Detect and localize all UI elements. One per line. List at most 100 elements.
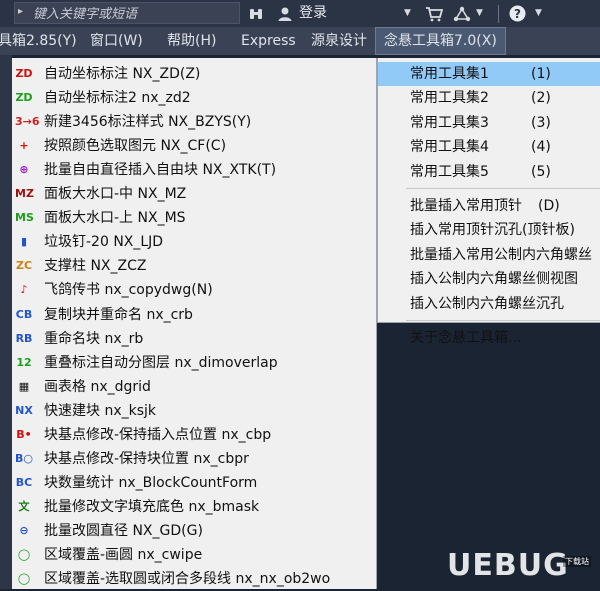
menu-item-label: 面板大水口-上 NX_MS	[44, 210, 186, 227]
menu-nianxuan-toolbox[interactable]: 念悬工具箱7.0(X)	[375, 27, 506, 55]
menu-item[interactable]: ⊕ 批量自由直径插入自由块 NX_XTK(T)	[12, 158, 376, 182]
submenu-item-label: 批量插入常用顶针	[410, 198, 522, 214]
menu-item-label: 面板大水口-中 NX_MZ	[44, 186, 187, 203]
tool-icon: ♪	[20, 283, 28, 297]
tool-icon: ⊕	[19, 163, 29, 177]
submenu-item-accelerator: (4)	[531, 139, 551, 156]
menu-item-label: 支撑柱 NX_ZCZ	[44, 258, 147, 275]
menu-yuanquan-design[interactable]: 源泉设计	[311, 27, 367, 55]
menu-item-label: 批量修改文字填充底色 nx_bmask	[44, 498, 260, 515]
tool-icon: BC	[15, 475, 33, 489]
menu-item-label: 复制块并重命名 nx_crb	[44, 306, 193, 323]
search-input[interactable]	[31, 4, 235, 24]
menu-item-label: 自动坐标标注2 nx_zd2	[44, 90, 191, 107]
chevron-down-icon[interactable]: ▼	[535, 0, 542, 27]
chevron-down-icon[interactable]: ▼	[476, 0, 483, 27]
submenu-item-label: 插入公制内六角螺丝侧视图	[410, 271, 578, 288]
login-link[interactable]: 登录	[299, 0, 327, 27]
separator	[498, 0, 499, 27]
chevron-down-icon[interactable]: ▼	[404, 0, 411, 27]
menu-item[interactable]: RB 重命名块 nx_rb	[12, 327, 376, 351]
menu-item[interactable]: BC 块数量统计 nx_BlockCountForm	[12, 471, 376, 495]
tool-icon: MZ	[15, 187, 34, 201]
tool-icon: ZD	[15, 91, 33, 105]
menu-separator	[406, 188, 600, 189]
menu-item[interactable]: B• 块基点修改-保持插入点位置 nx_cbp	[12, 423, 376, 447]
submenu-item[interactable]: 常用工具集1 (1)	[378, 62, 600, 86]
submenu-item[interactable]: 常用工具集5 (5)	[378, 160, 600, 184]
menu-item-label: 块基点修改-保持块位置 nx_cbpr	[44, 450, 249, 467]
menu-item-label: 块数量统计 nx_BlockCountForm	[44, 474, 258, 491]
submenu-item-label: 常用工具集2	[410, 90, 489, 107]
menu-help[interactable]: 帮助(H)	[167, 27, 216, 55]
cart-icon[interactable]	[425, 0, 444, 27]
menu-item-label: 区域覆盖-画圆 nx_cwipe	[44, 547, 203, 563]
tool-icon: ▮	[20, 235, 28, 249]
menu-item-label: 重叠标注自动分图层 nx_dimoverlap	[44, 354, 278, 371]
tool-icon: ZD	[15, 67, 33, 80]
submenu-item-accelerator: (1)	[531, 66, 551, 82]
menu-item[interactable]: MS 面板大水口-上 NX_MS	[12, 206, 376, 230]
menu-item[interactable]: NX 快速建块 nx_ksjk	[12, 399, 376, 423]
submenu-item[interactable]: 常用工具集4 (4)	[378, 135, 600, 159]
network-icon[interactable]	[453, 0, 471, 27]
menu-separator	[406, 320, 600, 321]
submenu-item-label: 关于念悬工具箱...	[410, 330, 522, 346]
menu-item-label: 自动坐标标注 NX_ZD(Z)	[44, 66, 201, 82]
menu-item-label: 重命名块 nx_rb	[44, 330, 144, 347]
menu-item[interactable]: 3→6 新建3456标注样式 NX_BZYS(Y)	[12, 110, 376, 134]
menu-item[interactable]: ZD 自动坐标标注2 nx_zd2	[12, 86, 376, 110]
menu-window[interactable]: 窗口(W)	[90, 27, 143, 55]
submenu-item[interactable]: 批量插入常用顶针 (D)	[378, 194, 600, 218]
menu-item[interactable]: MZ 面板大水口-中 NX_MZ	[12, 182, 376, 206]
submenu-item[interactable]: 插入公制内六角螺丝侧视图	[378, 267, 600, 291]
menu-item[interactable]: 文批量修改文字填充底色 nx_bmask	[12, 495, 376, 519]
tool-icon: ⊖	[19, 523, 29, 537]
submenu-item[interactable]: 批量插入常用公制内六角螺丝	[378, 243, 600, 267]
menu-item[interactable]: + 按照颜色选取图元 NX_CF(C)	[12, 134, 376, 158]
menu-item-label: 批量改圆直径 NX_GD(G)	[44, 522, 203, 539]
chevron-right-icon: ▸	[18, 6, 24, 17]
submenu-item-accelerator: (D)	[538, 198, 560, 214]
menu-item[interactable]: CB 复制块并重命名 nx_crb	[12, 303, 376, 327]
tool-icon: MS	[15, 211, 34, 225]
submenu-item-label: 插入公制内六角螺丝沉孔	[410, 295, 564, 312]
menu-item[interactable]: ◯ 区域覆盖-选取圆或闭合多段线 nx_nx_ob2wo	[12, 567, 376, 591]
search-box[interactable]: ▸	[14, 2, 240, 24]
tool-icon: ZC	[15, 259, 33, 273]
binoculars-icon[interactable]	[248, 0, 264, 27]
menu-item-label: 新建3456标注样式 NX_BZYS(Y)	[44, 114, 252, 131]
menu-item-label: 按照颜色选取图元 NX_CF(C)	[44, 138, 227, 155]
menu-item[interactable]: ZD 自动坐标标注 NX_ZD(Z)	[12, 62, 376, 86]
submenu-item-accelerator: (5)	[531, 163, 551, 180]
menu-express[interactable]: Express	[241, 27, 296, 55]
menu-item-label: 快速建块 nx_ksjk	[44, 402, 157, 419]
submenu-item[interactable]: 常用工具集2 (2)	[378, 86, 600, 110]
user-icon[interactable]	[277, 0, 293, 27]
menu-item[interactable]: ▮ 垃圾钉-20 NX_LJD	[12, 230, 376, 254]
menu-item[interactable]: ▦ 画表格 nx_dgrid	[12, 375, 376, 399]
menu-item-label: 垃圾钉-20 NX_LJD	[44, 234, 164, 251]
menu-item[interactable]: ⊖ 批量改圆直径 NX_GD(G)	[12, 519, 376, 543]
menu-item[interactable]: ◯ 区域覆盖-画圆 nx_cwipe	[12, 543, 376, 567]
submenu-item-label: 常用工具集5	[410, 163, 489, 180]
submenu-item-label: 常用工具集4	[410, 139, 489, 156]
menu-toolbox-285[interactable]: 具箱2.85(Y)	[0, 27, 77, 55]
menu-item[interactable]: ZC 支撑柱 NX_ZCZ	[12, 254, 376, 278]
top-bar: ▸ 登录 ▼ ▼ ? ▼	[0, 0, 600, 27]
menu-item[interactable]: ♪ 飞鸽传书 nx_copydwg(N)	[12, 278, 376, 302]
menu-item[interactable]: B○ 块基点修改-保持块位置 nx_cbpr	[12, 447, 376, 471]
submenu-item[interactable]: 插入公制内六角螺丝沉孔	[378, 292, 600, 316]
tool-icon: ▦	[18, 379, 30, 393]
submenu-item[interactable]: 插入常用顶针沉孔(顶针板)	[378, 218, 600, 242]
watermark-logo: UEBUG 下载站	[447, 548, 597, 586]
tool-icon: 12	[16, 355, 32, 369]
toolbox-submenu: 常用工具集1 (1) 常用工具集2 (2) 常用工具集3 (3) 常用工具集4 (4) 常用工具…	[377, 58, 600, 346]
menu-bar: 具箱2.85(Y) 窗口(W) 帮助(H) Express 源泉设计 念悬工具箱…	[0, 27, 600, 55]
submenu-item[interactable]: 关于念悬工具箱...	[378, 326, 600, 350]
help-icon[interactable]: ?	[509, 0, 526, 27]
tool-icon: ◯	[17, 572, 31, 586]
submenu-item-label: 插入常用顶针沉孔(顶针板)	[410, 222, 575, 239]
submenu-item[interactable]: 常用工具集3 (3)	[378, 111, 600, 135]
menu-item[interactable]: 12 重叠标注自动分图层 nx_dimoverlap	[12, 351, 376, 375]
